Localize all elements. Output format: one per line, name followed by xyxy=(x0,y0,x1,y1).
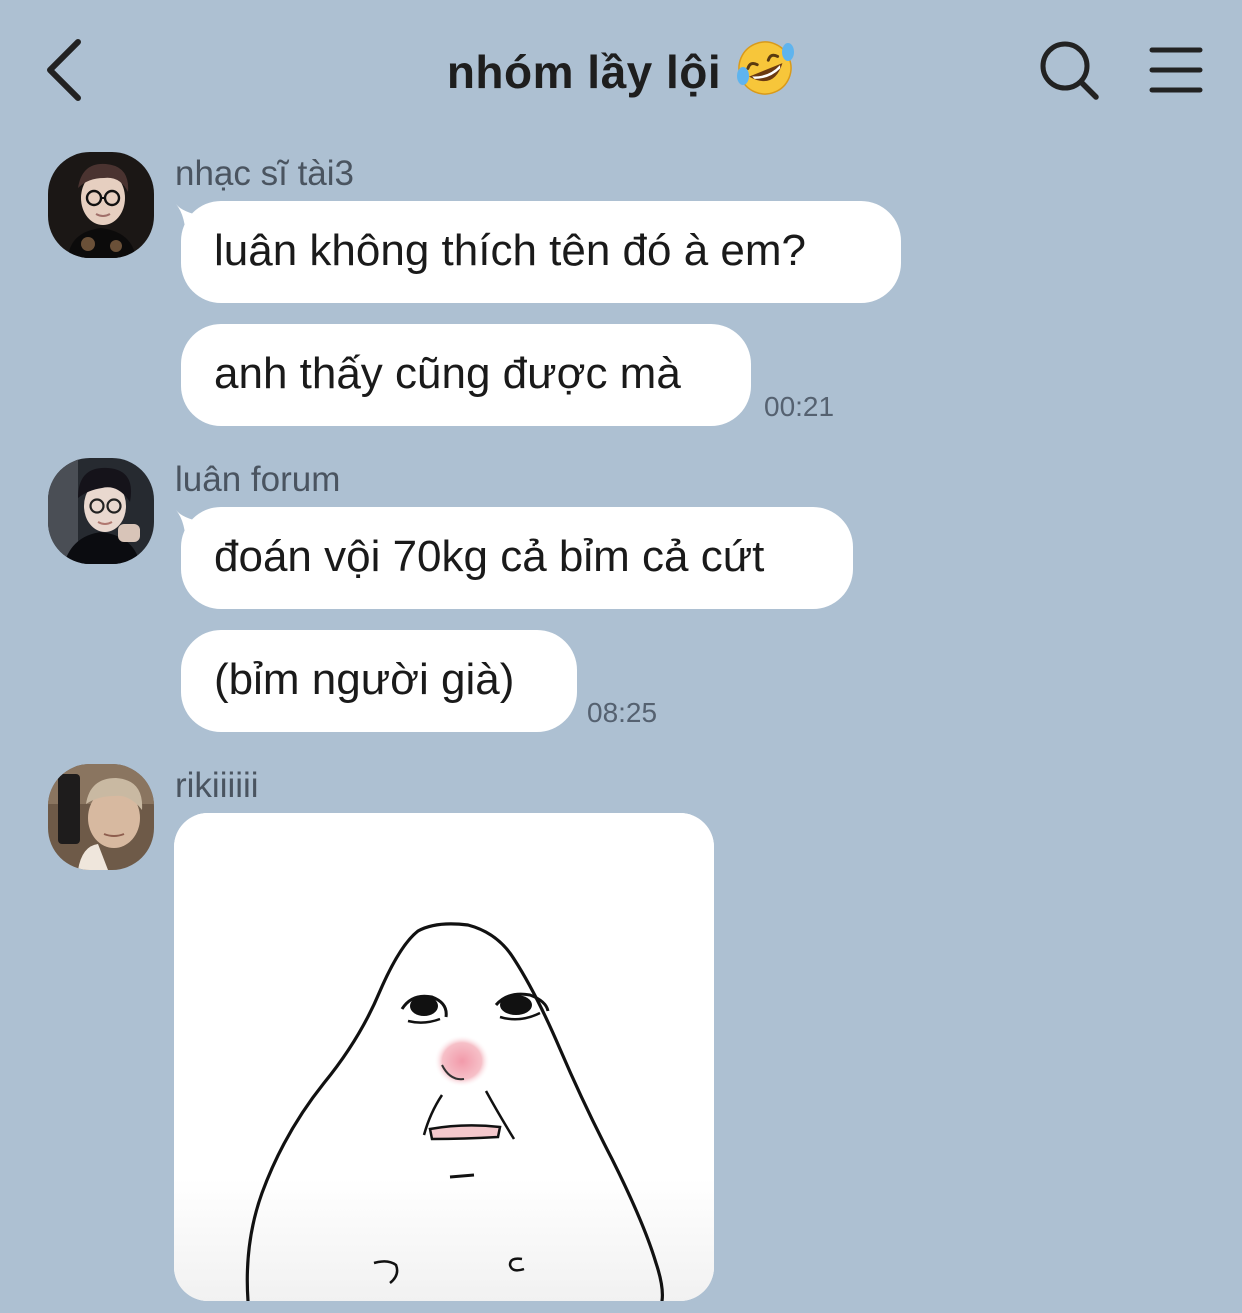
message-text: luân không thích tên đó à em? xyxy=(214,226,806,275)
message-text: (bỉm người già) xyxy=(214,655,515,704)
message-bubble[interactable]: anh thấy cũng được mà xyxy=(181,324,751,426)
message-text: anh thấy cũng được mà xyxy=(214,349,681,398)
sender-name[interactable]: rikiiiiii xyxy=(175,766,259,806)
chat-header: nhóm lầy lội xyxy=(0,0,1242,140)
search-button[interactable] xyxy=(1036,38,1104,104)
message-bubble[interactable]: đoán vội 70kg cả bỉm cả cứt xyxy=(181,507,853,609)
chat-title-text: nhóm lầy lội xyxy=(446,46,722,98)
search-icon xyxy=(1040,41,1099,100)
avatar[interactable] xyxy=(48,458,154,564)
message-timestamp: 08:25 xyxy=(587,697,658,728)
avatar[interactable] xyxy=(48,152,154,258)
message-bubble[interactable]: luân không thích tên đó à em? xyxy=(181,201,901,303)
message-bubble[interactable]: (bỉm người già) xyxy=(181,630,577,732)
sender-name[interactable]: nhạc sĩ tài3 xyxy=(175,154,354,194)
sender-name[interactable]: luân forum xyxy=(175,460,340,500)
avatar[interactable] xyxy=(48,764,154,870)
menu-button[interactable] xyxy=(1146,44,1206,98)
laughing-emoji-icon xyxy=(735,38,795,98)
message-timestamp: 00:21 xyxy=(764,391,835,422)
hamburger-menu-icon xyxy=(1149,47,1203,93)
blob-face-sticker xyxy=(174,813,714,1301)
message-text: đoán vội 70kg cả bỉm cả cứt xyxy=(214,532,765,581)
sticker-image[interactable] xyxy=(174,813,714,1301)
